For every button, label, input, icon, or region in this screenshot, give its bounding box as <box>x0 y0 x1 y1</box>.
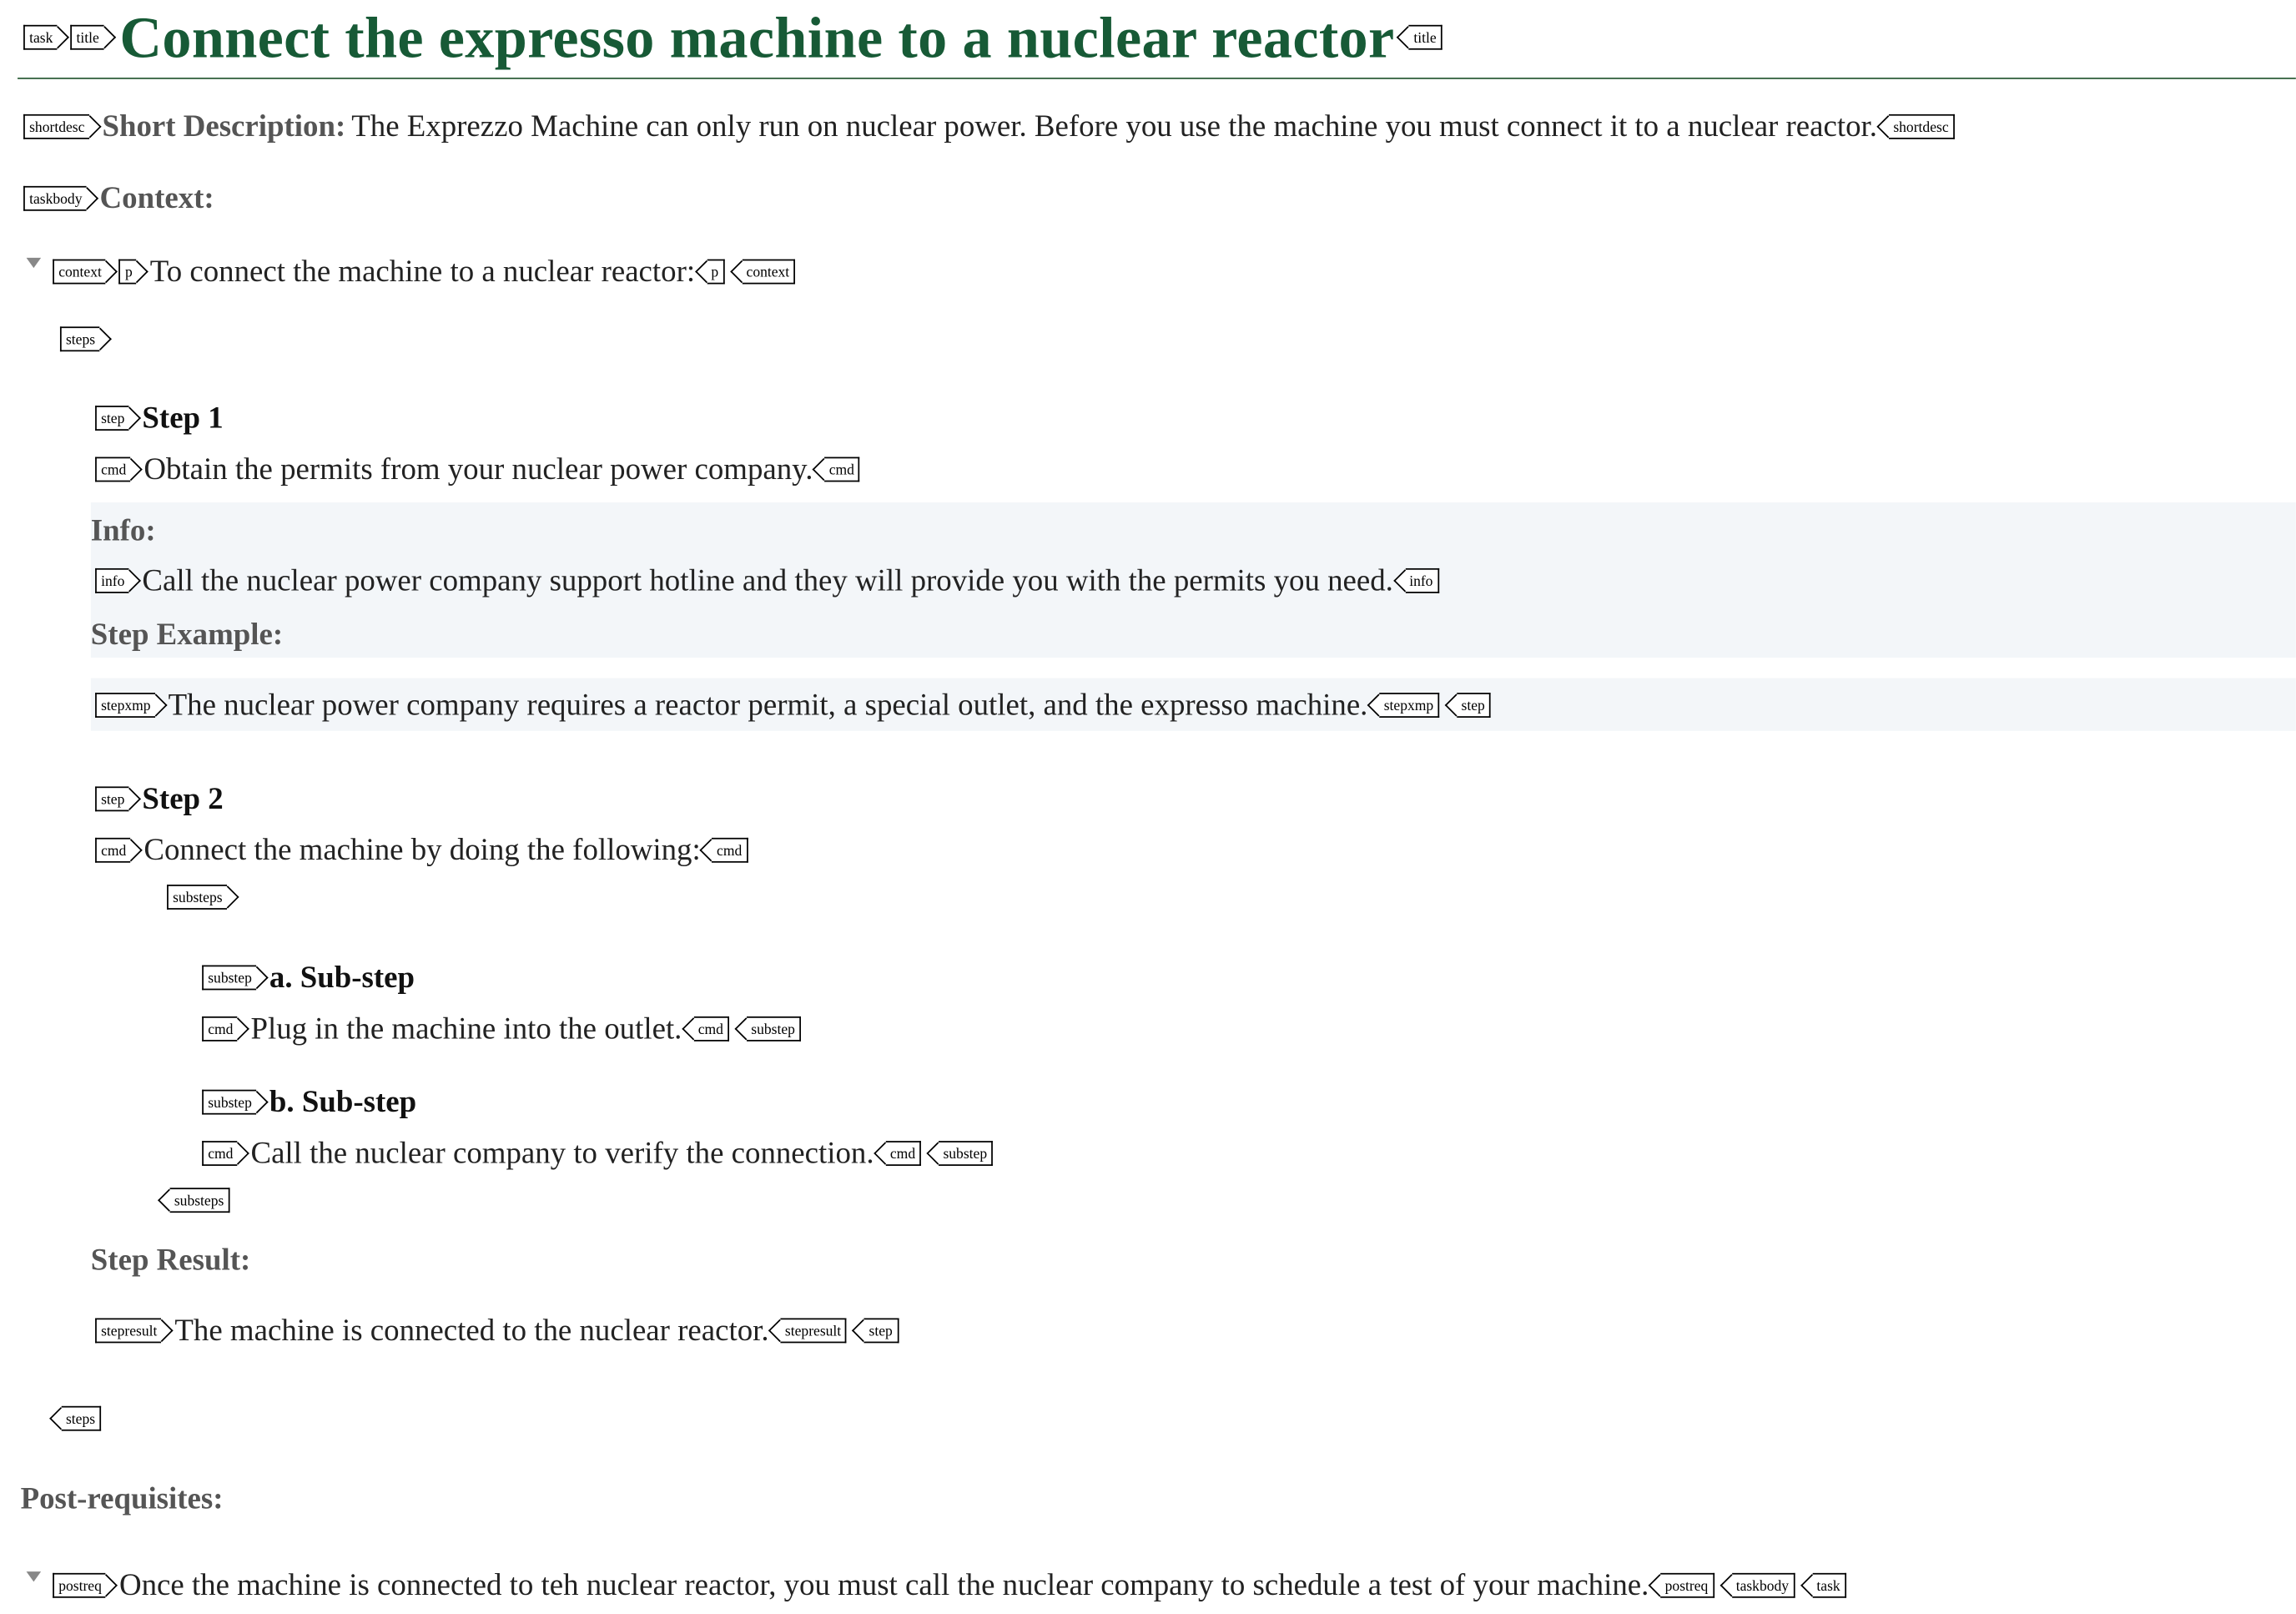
substep-a-title: a. Sub-step <box>269 959 415 995</box>
substep-b-cmd-line: cmd Call the nuclear company to verify t… <box>202 1135 999 1172</box>
tag-cmd-end[interactable]: cmd <box>712 837 748 863</box>
tag-p-start[interactable]: p <box>118 259 137 285</box>
collapse-triangle-icon[interactable]: collapse-triangle-icon <box>26 1571 42 1582</box>
step1-xmp-text[interactable]: The nuclear power company requires a rea… <box>169 687 1368 724</box>
postreq-text[interactable]: Once the machine is connected to teh nuc… <box>119 1567 1649 1604</box>
substep-a-cmd-line: cmd Plug in the machine into the outlet.… <box>202 1011 807 1047</box>
postreq-line: collapse-triangle-icon postreq Once the … <box>26 1567 1852 1604</box>
tag-cmd-start[interactable]: cmd <box>202 1016 238 1042</box>
step1-info-text[interactable]: Call the nuclear power company support h… <box>142 562 1392 599</box>
tag-taskbody-start[interactable]: taskbody <box>23 185 87 211</box>
step2-title: Step 2 <box>142 780 224 816</box>
step2-result-line: stepresult The machine is connected to t… <box>95 1312 904 1349</box>
step1-info-line: info Call the nuclear power company supp… <box>95 562 1444 599</box>
tag-postreq-start[interactable]: postreq <box>53 1572 107 1598</box>
stepresult-label: Step Result: <box>90 1242 251 1278</box>
tag-info-end[interactable]: info <box>1404 567 1439 593</box>
tag-steps-start[interactable]: steps <box>59 326 100 352</box>
step1-cmd-line: cmd Obtain the permits from your nuclear… <box>95 451 866 488</box>
tag-shortdesc-start[interactable]: shortdesc <box>23 113 89 139</box>
tag-p-end[interactable]: p <box>707 259 725 285</box>
tag-task-end[interactable]: task <box>1812 1572 1846 1598</box>
tag-substep-start[interactable]: substep <box>202 1089 257 1115</box>
tag-title-start[interactable]: title <box>70 24 104 50</box>
tag-cmd-end[interactable]: cmd <box>824 456 860 482</box>
title-divider <box>18 78 2296 79</box>
step2-result-text[interactable]: The machine is connected to the nuclear … <box>174 1312 768 1349</box>
tag-title-end[interactable]: title <box>1409 24 1443 50</box>
tag-substeps-start[interactable]: substeps <box>167 885 227 910</box>
step2-heading-line: step Step 2 <box>95 780 224 817</box>
tag-taskbody-end[interactable]: taskbody <box>1731 1572 1795 1598</box>
tag-substep-end[interactable]: substep <box>747 1016 801 1042</box>
context-text[interactable]: To connect the machine to a nuclear reac… <box>150 254 695 290</box>
collapse-triangle-icon[interactable]: collapse-triangle-icon <box>26 257 42 269</box>
substep-a-cmd-text[interactable]: Plug in the machine into the outlet. <box>250 1011 682 1047</box>
substeps-start-line: substeps <box>167 885 240 910</box>
steps-end-line: steps <box>50 1405 107 1431</box>
tag-step-start[interactable]: step <box>95 786 129 812</box>
tag-substep-end[interactable]: substep <box>939 1141 994 1166</box>
tag-cmd-end[interactable]: cmd <box>693 1016 729 1042</box>
tag-substep-start[interactable]: substep <box>202 965 257 991</box>
tag-context-end[interactable]: context <box>742 259 796 285</box>
taskbody-line: taskbody Context: <box>23 180 214 217</box>
tag-cmd-start[interactable]: cmd <box>95 456 131 482</box>
shortdesc-label: Short Description: <box>102 108 346 144</box>
tag-stepxmp-start[interactable]: stepxmp <box>95 693 155 718</box>
tag-context-start[interactable]: context <box>53 259 107 285</box>
tag-steps-end[interactable]: steps <box>61 1405 102 1431</box>
context-line: collapse-triangle-icon context p To conn… <box>26 254 802 290</box>
steps-start-line: steps <box>59 326 113 352</box>
info-label-line: Info: <box>91 512 156 549</box>
tag-task-start[interactable]: task <box>23 24 58 50</box>
postreq-label: Post-requisites: <box>20 1480 224 1516</box>
title-line: task title Connect the expresso machine … <box>23 3 1448 72</box>
tag-stepresult-start[interactable]: stepresult <box>95 1318 162 1344</box>
shortdesc-line: shortdesc Short Description: The Exprezz… <box>23 108 1961 145</box>
tag-step-start[interactable]: step <box>95 406 129 431</box>
step2-cmd-text[interactable]: Connect the machine by doing the followi… <box>144 832 700 869</box>
stepxmp-label: Step Example: <box>90 616 284 652</box>
tag-info-start[interactable]: info <box>95 567 129 593</box>
postreq-label-line: Post-requisites: <box>21 1480 224 1517</box>
document-editor: task title Connect the expresso machine … <box>0 0 2296 1614</box>
substep-a-heading-line: substep a. Sub-step <box>202 960 415 996</box>
step1-xmp-line: stepxmp The nuclear power company requir… <box>95 687 1497 724</box>
tag-cmd-start[interactable]: cmd <box>202 1141 238 1166</box>
substep-b-cmd-text[interactable]: Call the nuclear company to verify the c… <box>250 1135 874 1172</box>
substep-b-heading-line: substep b. Sub-step <box>202 1084 416 1121</box>
tag-cmd-start[interactable]: cmd <box>95 837 131 863</box>
shortdesc-text[interactable]: The Exprezzo Machine can only run on nuc… <box>351 108 1877 145</box>
tag-step-end[interactable]: step <box>1457 693 1491 718</box>
stepxmp-label-line: Step Example: <box>91 617 283 653</box>
tag-stepresult-end[interactable]: stepresult <box>780 1318 848 1344</box>
tag-step-end[interactable]: step <box>864 1318 899 1344</box>
step2-cmd-line: cmd Connect the machine by doing the fol… <box>95 832 753 869</box>
tag-shortdesc-end[interactable]: shortdesc <box>1889 113 1955 139</box>
step1-cmd-text[interactable]: Obtain the permits from your nuclear pow… <box>144 451 813 488</box>
tag-cmd-end[interactable]: cmd <box>885 1141 922 1166</box>
context-label: Context: <box>99 179 214 215</box>
substeps-end-line: substeps <box>159 1188 236 1213</box>
step1-heading-line: step Step 1 <box>95 400 224 436</box>
info-label: Info: <box>90 512 156 548</box>
stepresult-label-line: Step Result: <box>91 1242 250 1279</box>
document-title[interactable]: Connect the expresso machine to a nuclea… <box>119 3 1394 72</box>
step1-title: Step 1 <box>142 400 224 436</box>
substep-b-title: b. Sub-step <box>269 1083 417 1119</box>
tag-substeps-end[interactable]: substeps <box>169 1188 230 1213</box>
tag-stepxmp-end[interactable]: stepxmp <box>1379 693 1440 718</box>
tag-postreq-end[interactable]: postreq <box>1660 1572 1714 1598</box>
